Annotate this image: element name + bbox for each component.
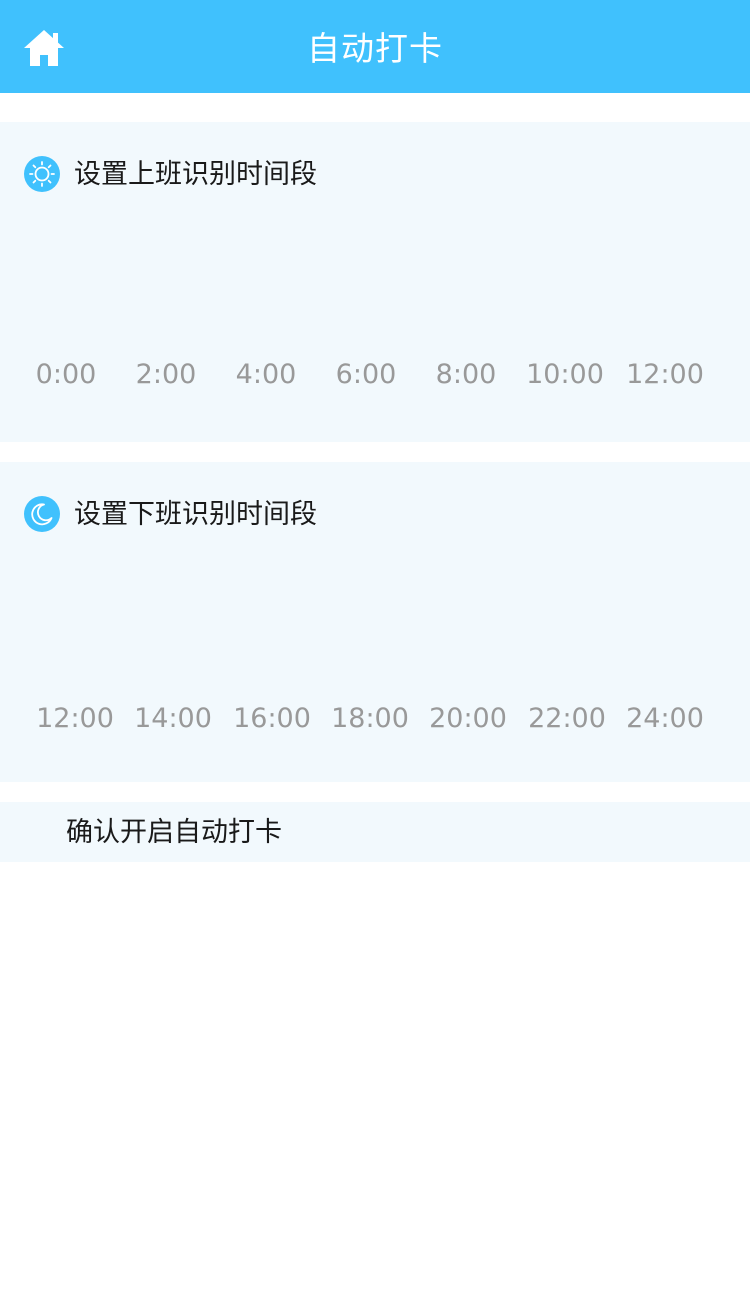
- offwork-tick-label: 24:00: [626, 703, 704, 734]
- onwork-tick-label: 2:00: [135, 359, 197, 390]
- onwork-tick-label: 6:00: [335, 359, 397, 390]
- confirm-auto-checkin-button[interactable]: 确认开启自动打卡: [0, 802, 750, 862]
- onwork-tick-label: 4:00: [235, 359, 297, 390]
- offwork-tick-label: 18:00: [331, 703, 409, 734]
- offwork-time-card: 设置下班识别时间段 12:00 14:00 16:00 18:00 20:00 22:00…: [0, 462, 750, 782]
- app-header: 自动打卡: [0, 0, 750, 93]
- offwork-tick-label: 14:00: [134, 703, 212, 734]
- onwork-time-axis[interactable]: 0:00 2:00 4:00 6:00 8:00 10:00 12:00: [0, 122, 750, 442]
- offwork-tick-label: 20:00: [429, 703, 507, 734]
- onwork-tick-label: 0:00: [35, 359, 97, 390]
- onwork-tick-label: 8:00: [435, 359, 497, 390]
- offwork-tick-label: 12:00: [36, 703, 114, 734]
- offwork-tick-label: 16:00: [233, 703, 311, 734]
- page-title: 自动打卡: [307, 29, 443, 68]
- onwork-time-card: 设置上班识别时间段 0:00 2:00 4:00 6:00 8:00 10:00 12:00: [0, 122, 750, 442]
- onwork-tick-label: 12:00: [626, 359, 704, 390]
- confirm-auto-checkin-label: 确认开启自动打卡: [66, 817, 282, 848]
- offwork-tick-label: 22:00: [528, 703, 606, 734]
- offwork-time-axis[interactable]: 12:00 14:00 16:00 18:00 20:00 22:00 24:00: [0, 462, 750, 782]
- onwork-tick-label: 10:00: [526, 359, 604, 390]
